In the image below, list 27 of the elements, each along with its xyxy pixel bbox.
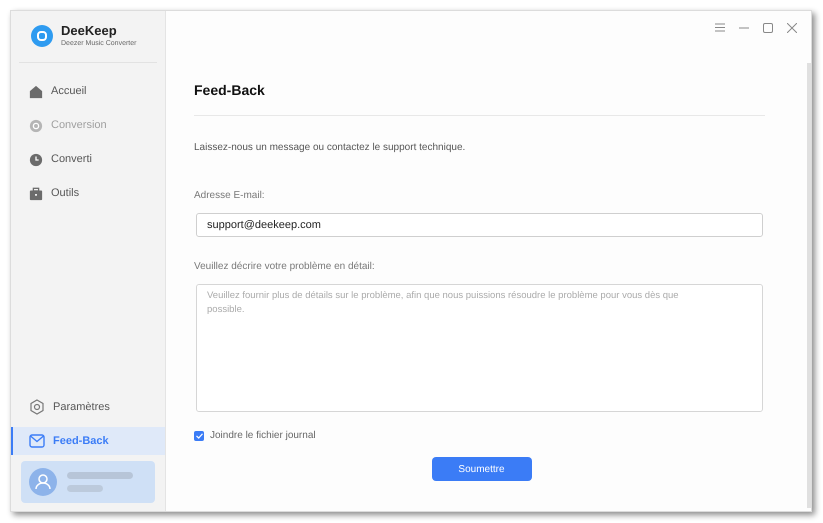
scrollbar[interactable]: [807, 63, 811, 508]
house-icon: [29, 84, 43, 98]
settings-icon: [29, 399, 45, 415]
maximize-icon[interactable]: [763, 22, 773, 32]
clock-icon: [29, 152, 43, 166]
description-field[interactable]: Veuillez fournir plus de détails sur le problème, afin que nous puissions résoudre le problème pour vous dès que possible.: [196, 284, 763, 412]
toolbox-icon: [29, 186, 43, 200]
blurred-account-drawing: [65, 469, 135, 495]
page-title: Feed-Back: [194, 81, 266, 100]
app-name: DeeKeep: [61, 23, 118, 39]
checkbox-label: Joindre le fichier journal: [210, 429, 316, 443]
sidebar-item[interactable]: Paramètres: [11, 393, 165, 421]
intro-text: Laissez-nous un message ou contactez le support technique.: [194, 141, 466, 155]
field-label: Adresse E-mail:: [194, 189, 266, 203]
sidebar-item[interactable]: Converti: [11, 142, 165, 176]
sidebar-item[interactable]: Outils: [11, 176, 165, 210]
mail-icon: [29, 434, 45, 448]
sidebar-item[interactable]: Accueil: [11, 74, 165, 108]
minimize-icon[interactable]: [739, 26, 749, 28]
menu-icon[interactable]: [715, 23, 725, 32]
field-label: Veuillez décrire votre problème en détail:: [194, 260, 376, 274]
checkbox[interactable]: [194, 430, 204, 440]
email-field[interactable]: support@deekeep.com: [196, 213, 763, 237]
avatar-icon: [29, 468, 57, 496]
submit-button[interactable]: Soumettre: [432, 457, 532, 481]
app-logo-icon: [31, 25, 53, 48]
close-icon[interactable]: [787, 22, 797, 32]
